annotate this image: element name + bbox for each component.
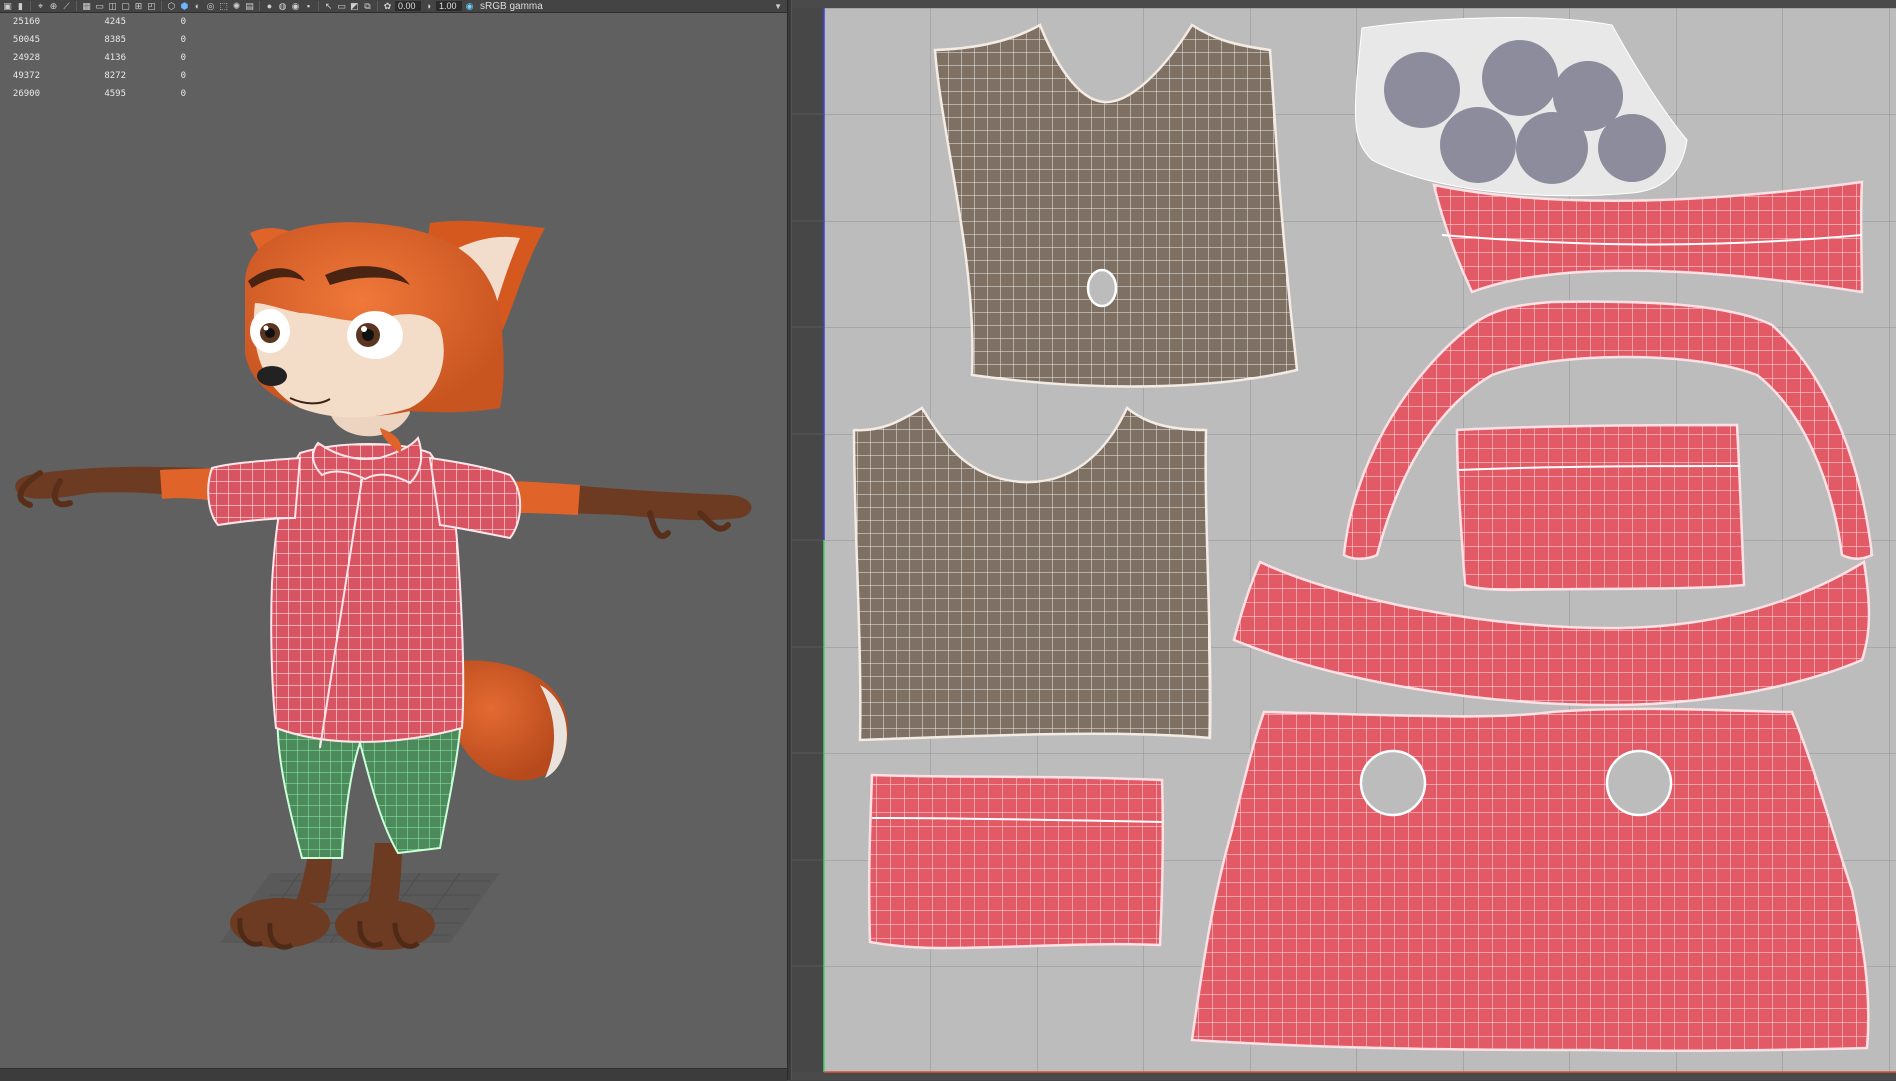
xray-components-icon[interactable]: ▪: [303, 1, 314, 11]
lights-icon[interactable]: ⬢: [179, 1, 190, 11]
smooth-shade-icon[interactable]: ◰: [146, 1, 157, 11]
bookmark-icon[interactable]: ▮: [15, 1, 26, 11]
textured-icon[interactable]: ⬡: [166, 1, 177, 11]
safe-area-icon[interactable]: ▢: [120, 1, 131, 11]
gamma-field[interactable]: 1.00: [436, 1, 462, 11]
color-space-label[interactable]: sRGB gamma: [477, 1, 546, 12]
chevron-down-icon[interactable]: ▼: [774, 2, 782, 11]
uv-canvas[interactable]: [792, 0, 1896, 1080]
pan-zoom-icon[interactable]: ⟋: [61, 1, 72, 11]
uv-hole-left: [1359, 749, 1427, 817]
lock-camera-icon[interactable]: ⊕: [48, 1, 59, 11]
toolbar-separator: [377, 1, 378, 11]
toolbar-separator: [318, 1, 319, 11]
color-management-icon[interactable]: ◉: [464, 1, 475, 11]
toolbar-separator: [30, 1, 31, 11]
ambient-occlusion-icon[interactable]: ◎: [205, 1, 216, 11]
uv-editor-panel[interactable]: [792, 0, 1896, 1080]
uv-hole-tail: [1086, 268, 1118, 308]
toolbar-separator: [161, 1, 162, 11]
resolution-gate-icon[interactable]: ◫: [107, 1, 118, 11]
motion-blur-icon[interactable]: ⬚: [218, 1, 229, 11]
xray-joints-icon[interactable]: ◉: [290, 1, 301, 11]
toolbar-separator: [76, 1, 77, 11]
gamma-icon[interactable]: ◑: [423, 1, 434, 11]
film-gate-icon[interactable]: ▭: [94, 1, 105, 11]
isolate-icon[interactable]: ●: [264, 1, 275, 11]
backface-icon[interactable]: ↖: [323, 1, 334, 11]
perspective-viewport[interactable]: 25160 4245 0 50045 8385 0 24928 4136 0 49372 8272 0…: [0, 13, 787, 1068]
toolbar-separator: [259, 1, 260, 11]
xray-icon[interactable]: ◍: [277, 1, 288, 11]
camera-attributes-icon[interactable]: ▭: [336, 1, 347, 11]
exposure-field[interactable]: 0.00: [395, 1, 421, 11]
anti-alias-icon[interactable]: ✺: [231, 1, 242, 11]
fit-view-icon[interactable]: ⧉: [362, 1, 373, 11]
uv-hole-right: [1605, 749, 1673, 817]
uv-shell-shirt-front[interactable]: [1190, 707, 1870, 1053]
depth-of-field-icon[interactable]: ▤: [244, 1, 255, 11]
camera-icon[interactable]: ▣: [2, 1, 13, 11]
fox-head: [245, 220, 545, 453]
uv-shell-cuff-right[interactable]: [1455, 423, 1746, 592]
uv-left-strip: [792, 8, 824, 1072]
viewport-toolbar: ▣ ▮ ⌖ ⊕ ⟋ ▦ ▭ ◫ ▢ ⊞ ◰ ⬡ ⬢ ◐ ◎ ⬚ ✺ ▤ ● ◍ …: [0, 0, 790, 13]
grid-icon[interactable]: ▦: [81, 1, 92, 11]
exposure-icon[interactable]: ✿: [382, 1, 393, 11]
uv-shell-cuff-left[interactable]: [867, 773, 1165, 950]
toggle-hud-icon[interactable]: ◩: [349, 1, 360, 11]
shadows-icon[interactable]: ◐: [192, 1, 203, 11]
wireframe-icon[interactable]: ⊞: [133, 1, 144, 11]
viewport-status-strip: [0, 1068, 787, 1081]
character-model[interactable]: [0, 13, 787, 1068]
select-camera-icon[interactable]: ⌖: [35, 1, 46, 11]
